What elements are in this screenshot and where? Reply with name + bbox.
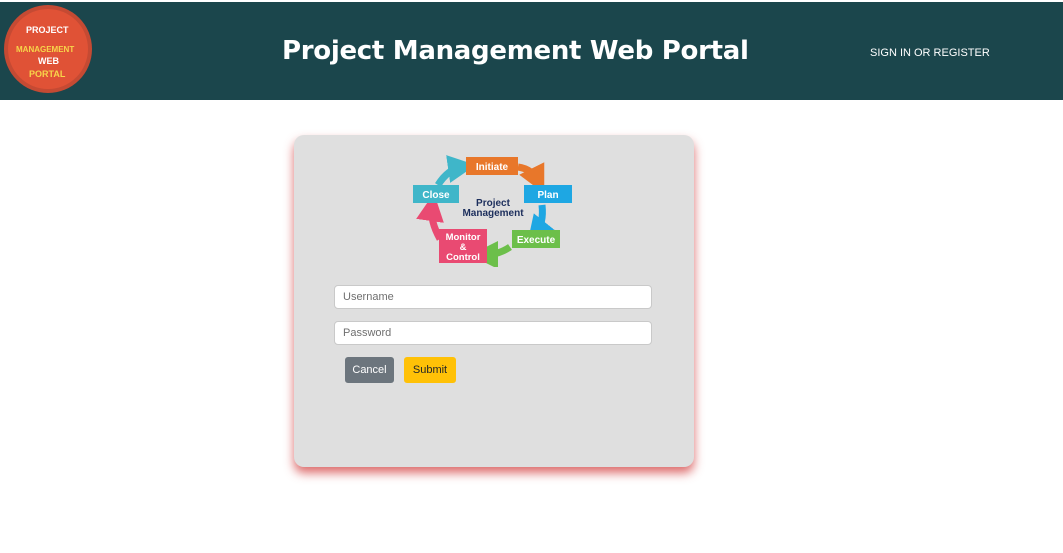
cycle-center-line2: Management: [462, 208, 524, 219]
username-input[interactable]: [334, 285, 652, 309]
arrow-plan-execute: [527, 204, 556, 244]
arrow-monitor-close: [416, 193, 444, 241]
submit-button[interactable]: Submit: [404, 357, 456, 383]
stage-plan: Plan: [537, 190, 558, 201]
arrow-close-initiate: [435, 155, 476, 187]
stage-initiate: Initiate: [476, 162, 509, 173]
logo-icon: PROJECT MANAGEMENT WEB PORTAL: [4, 5, 92, 93]
app-title: Project Management Web Portal: [282, 36, 749, 66]
stage-monitor-line3: Control: [446, 252, 480, 263]
logo[interactable]: PROJECT MANAGEMENT WEB PORTAL: [3, 4, 93, 94]
signin-register-link[interactable]: SIGN IN OR REGISTER: [870, 47, 990, 59]
logo-line-2: MANAGEMENT: [16, 45, 74, 54]
arrow-execute-monitor: [470, 240, 512, 267]
password-input[interactable]: [334, 321, 652, 345]
logo-line-4: PORTAL: [29, 69, 66, 79]
top-navbar: PROJECT MANAGEMENT WEB PORTAL Project Ma…: [0, 2, 1063, 100]
stage-close: Close: [422, 190, 450, 201]
arrow-initiate-plan: [517, 162, 545, 194]
logo-line-1: PROJECT: [26, 25, 69, 35]
project-lifecycle-graphic: Initiate Plan Execute Monitor & Control …: [413, 155, 572, 267]
cancel-button[interactable]: Cancel: [345, 357, 394, 383]
login-card: Initiate Plan Execute Monitor & Control …: [294, 135, 694, 467]
logo-line-3: WEB: [38, 56, 59, 66]
stage-execute: Execute: [517, 235, 556, 246]
